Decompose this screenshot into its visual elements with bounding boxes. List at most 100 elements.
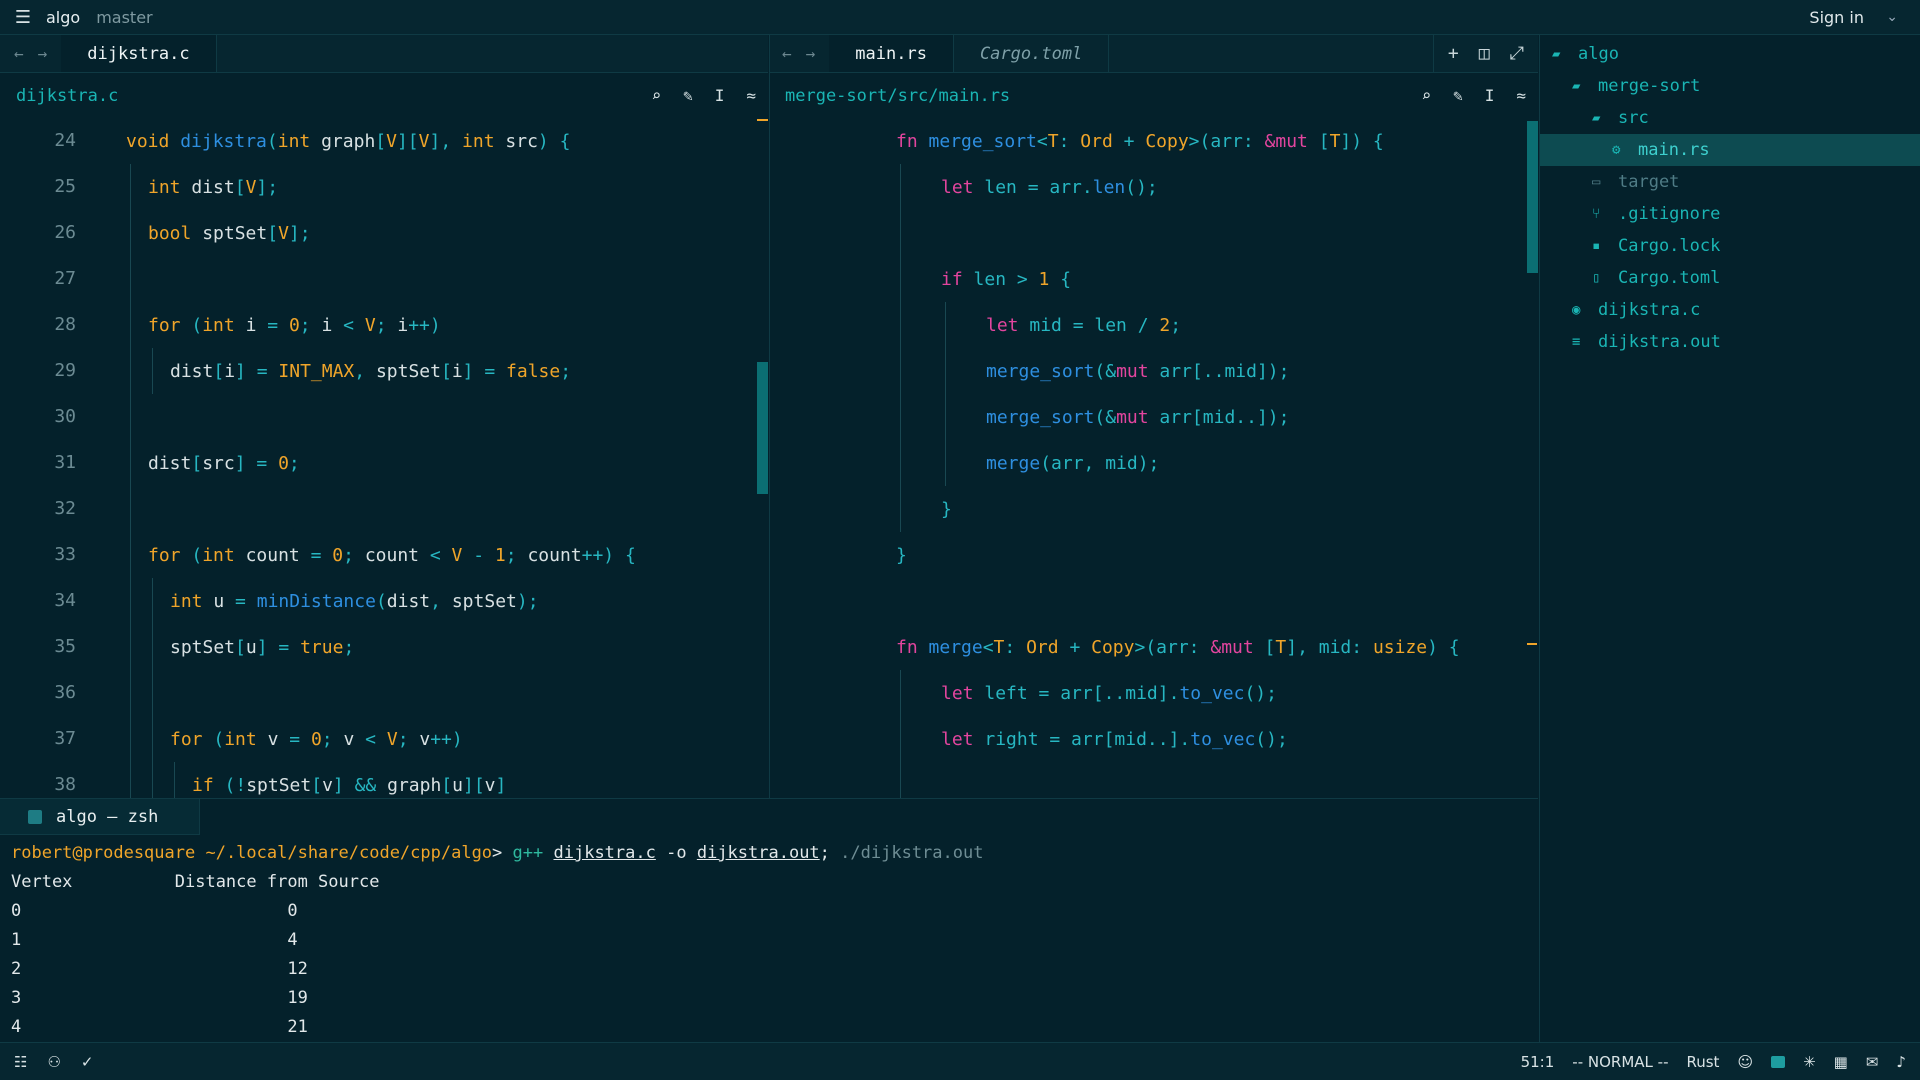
code-line[interactable]: for (int count = 0; count < V - 1; count… [148, 532, 636, 578]
right-scrollbar[interactable] [1527, 121, 1538, 273]
code-token: 0 [278, 452, 289, 474]
code-line[interactable]: merge_sort (& mut arr[mid..]); [986, 394, 1289, 440]
chat-icon[interactable]: ✉ [1866, 1053, 1879, 1071]
code-token: u [213, 590, 236, 612]
code-token: arr: [1210, 130, 1265, 152]
folder-open-icon: ▰ [1592, 110, 1601, 126]
cursor-marker [1527, 643, 1537, 645]
cursor-position[interactable]: 51:1 [1521, 1053, 1555, 1071]
cursor-icon[interactable]: I [1485, 86, 1495, 105]
left-scrollbar[interactable] [757, 362, 768, 494]
code-line[interactable]: for (int i = 0; i < V; i ++) [148, 302, 441, 348]
project-name[interactable]: algo [46, 8, 80, 27]
code-line[interactable]: } [896, 532, 907, 578]
terminal-toggle-icon[interactable] [1771, 1055, 1786, 1068]
tab-dijkstra-c[interactable]: dijkstra.c [61, 35, 217, 72]
right-code-area[interactable]: 1 fn merge_sort<T: Ord + Copy>(arr: &mut … [770, 118, 1538, 798]
code-token: mut [1116, 406, 1160, 428]
tree-item[interactable]: ▰ src [1540, 102, 1920, 134]
code-line[interactable]: merge (arr, mid); [986, 440, 1159, 486]
code-line[interactable]: let mid = len / 2; [986, 302, 1181, 348]
output-row: 2 12 [11, 959, 308, 979]
copilot-icon[interactable]: ☺ [1737, 1053, 1753, 1071]
tree-item[interactable]: ⚙ main.rs [1540, 134, 1920, 166]
sign-in-button[interactable]: Sign in [1809, 8, 1864, 27]
code-token: } [896, 544, 907, 566]
code-token: ] = [462, 360, 507, 382]
code-line[interactable]: let left = arr[..mid]. to_vec (); [941, 670, 1277, 716]
code-line[interactable]: fn merge < T: Ord + Copy >(arr: &mut [T], m… [896, 624, 1460, 670]
code-line[interactable]: int u = minDistance(dist, sptSet); [170, 578, 539, 624]
tree-item[interactable]: ▭ target [1540, 166, 1920, 198]
code-line[interactable]: let len = arr. len (); [941, 164, 1158, 210]
code-token: V [278, 222, 289, 244]
tree-item[interactable]: ⑂ .gitignore [1540, 198, 1920, 230]
code-token: i [321, 314, 344, 336]
assistant-sparkle-icon[interactable]: ✳ [1803, 1053, 1816, 1071]
code-token: Copy [1091, 636, 1135, 658]
maximize-icon[interactable]: ⤢ [1510, 43, 1524, 64]
project-panel-icon[interactable]: ▦ [1834, 1053, 1848, 1071]
terminal-output[interactable]: robert@prodesquare ~/.local/share/code/c… [0, 835, 1538, 1046]
indent-guide [130, 486, 131, 532]
terminal-tab[interactable]: algo — zsh [0, 799, 200, 835]
code-line[interactable]: for (int v = 0; v < V; v ++) [170, 716, 463, 762]
code-token: src [202, 452, 235, 474]
terminal-panel[interactable]: algo — zsh robert@prodesquare ~/.local/s… [0, 798, 1538, 1042]
indent-guide [900, 440, 901, 486]
back-arrow-icon[interactable]: ← [14, 44, 24, 63]
forward-arrow-icon[interactable]: → [38, 44, 48, 63]
indent-guide [130, 624, 131, 670]
code-token: v [484, 774, 496, 796]
assistant-icon[interactable]: ✎ [1453, 86, 1463, 105]
back-arrow-icon[interactable]: ← [782, 44, 792, 63]
code-token: < [982, 636, 994, 658]
settings-sliders-icon[interactable]: ≈ [746, 86, 756, 105]
code-line[interactable]: if len > 1 { [941, 256, 1071, 302]
cursor-icon[interactable]: I [715, 86, 725, 105]
code-line[interactable]: void dijkstra(int graph[V][V], int src) … [126, 118, 570, 164]
code-line[interactable]: sptSet[u] = true; [170, 624, 354, 670]
search-icon[interactable]: ⌕ [651, 86, 661, 105]
code-line[interactable]: let right = arr[mid..]. to_vec (); [941, 716, 1288, 762]
tab-cargo-toml[interactable]: Cargo.toml [954, 35, 1110, 72]
code-line[interactable]: if (! sptSet[v] && graph[u][v] [192, 762, 506, 798]
indent-guide [174, 762, 175, 798]
code-line[interactable]: bool sptSet[V]; [148, 210, 311, 256]
branch-name[interactable]: master [96, 8, 152, 27]
menu-icon[interactable]: ☰ [0, 7, 46, 28]
search-icon[interactable]: ⌕ [1421, 86, 1431, 105]
code-line[interactable]: int dist[V]; [148, 164, 278, 210]
tree-item[interactable]: ▪ Cargo.lock [1540, 230, 1920, 262]
code-line[interactable]: dist[src] = 0; [148, 440, 300, 486]
tree-item[interactable]: ▰ merge-sort [1540, 70, 1920, 102]
diagnostics-check-icon[interactable]: ✓ [81, 1053, 94, 1071]
code-token: sptSet [451, 590, 517, 612]
tree-item[interactable]: ◉ dijkstra.c [1540, 294, 1920, 326]
left-code-area[interactable]: 24 void dijkstra(int graph[V][V], int src… [0, 118, 768, 798]
settings-sliders-icon[interactable]: ≈ [1516, 86, 1526, 105]
code-line[interactable]: fn merge_sort < T: Ord + Copy >(arr: &mut [… [896, 118, 1384, 164]
language-selector[interactable]: Rust [1686, 1053, 1719, 1071]
code-token: ; [375, 314, 398, 336]
notification-bell-icon[interactable]: ♪ [1896, 1053, 1906, 1071]
code-line[interactable]: dist[i] = INT_MAX, sptSet[i] = false; [170, 348, 571, 394]
split-pane-icon[interactable]: ◫ [1479, 43, 1490, 64]
indent-guide [945, 440, 946, 486]
chevron-down-icon[interactable]: ⌄ [1886, 9, 1898, 25]
tree-item[interactable]: ▰ algo [1540, 38, 1920, 70]
tree-item[interactable]: ≡ dijkstra.out [1540, 326, 1920, 358]
code-token: ] [429, 130, 441, 152]
tree-item[interactable]: ▯ Cargo.toml [1540, 262, 1920, 294]
command-flag: -o [666, 843, 687, 863]
code-token: ] = [234, 452, 279, 474]
new-tab-icon[interactable]: + [1448, 43, 1459, 64]
collab-icon[interactable]: ⚇ [47, 1053, 60, 1071]
outline-icon[interactable]: ☷ [14, 1053, 27, 1071]
assistant-icon[interactable]: ✎ [683, 86, 693, 105]
code-line[interactable]: } [941, 486, 952, 532]
code-token: count [245, 544, 311, 566]
tab-main-rs[interactable]: main.rs [829, 35, 954, 72]
code-line[interactable]: merge_sort (& mut arr[..mid]); [986, 348, 1289, 394]
forward-arrow-icon[interactable]: → [806, 44, 816, 63]
